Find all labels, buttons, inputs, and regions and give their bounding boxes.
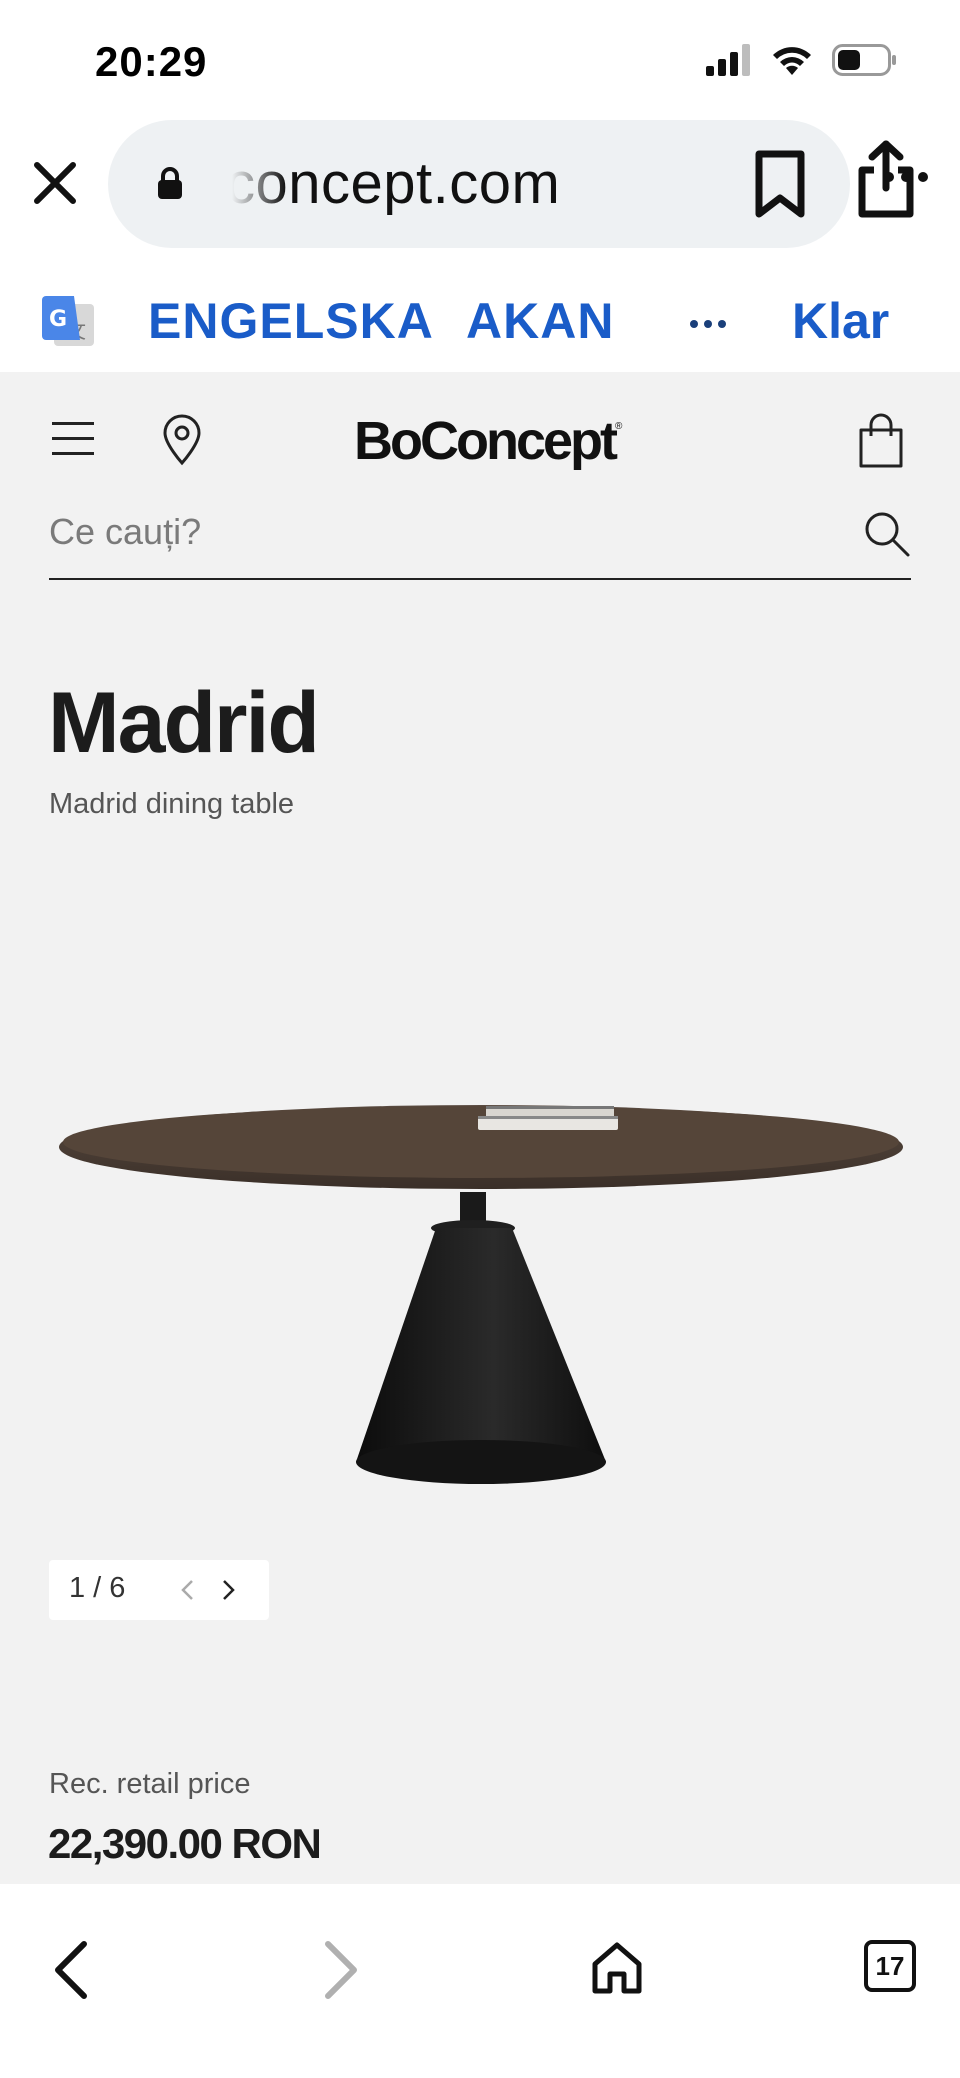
tab-lang-engelska[interactable]: ENGELSKA — [128, 292, 456, 385]
lock-icon — [158, 167, 182, 199]
price-label: Rec. retail price — [49, 1768, 251, 1800]
search-field — [49, 492, 911, 580]
close-button[interactable] — [30, 158, 80, 208]
search-input[interactable] — [49, 502, 829, 562]
forward-icon[interactable] — [322, 1940, 362, 2000]
cellular-signal-icon — [706, 44, 750, 76]
status-icons — [706, 44, 898, 76]
browser-bottom-bar: 17 — [0, 1884, 960, 2078]
translate-more-icon[interactable] — [690, 320, 726, 328]
shopping-bag-icon[interactable] — [856, 412, 906, 470]
menu-icon[interactable] — [52, 422, 94, 467]
more-icon[interactable] — [884, 172, 928, 182]
product-price: 22,390.00 RON — [48, 1820, 322, 1867]
back-icon[interactable] — [50, 1940, 90, 2000]
translate-bar: 文 G ENGELSKA AKAN Klar — [0, 250, 960, 385]
status-bar: 20:29 — [0, 0, 960, 120]
status-time: 20:29 — [95, 38, 208, 85]
pager-count: 1 / 6 — [69, 1572, 126, 1604]
svg-text:G: G — [49, 307, 67, 332]
pager-next-button[interactable] — [209, 1570, 249, 1610]
tab-lang-akan[interactable]: AKAN — [466, 292, 614, 350]
home-icon[interactable] — [590, 1940, 644, 1996]
web-content: BoConcept® Madrid Madrid dining table — [0, 372, 960, 1884]
browser-toolbar: concept.com — [0, 120, 960, 250]
logo-text: BoConcept — [354, 411, 618, 471]
google-translate-icon[interactable]: 文 G — [40, 294, 96, 350]
brand-logo[interactable]: BoConcept® — [354, 410, 622, 472]
pager-prev-button[interactable] — [167, 1570, 207, 1610]
product-image[interactable] — [50, 1022, 910, 1502]
image-pager: 1 / 6 — [49, 1560, 269, 1620]
address-bar[interactable]: concept.com — [108, 120, 914, 248]
chevron-left-icon — [181, 1580, 193, 1600]
battery-icon — [832, 44, 896, 76]
done-button[interactable]: Klar — [792, 292, 889, 350]
location-pin-icon[interactable] — [162, 414, 202, 466]
bookmark-icon[interactable] — [753, 150, 807, 220]
product-subtitle: Madrid dining table — [49, 788, 295, 820]
chevron-right-icon — [223, 1580, 235, 1600]
tabs-button[interactable]: 17 — [864, 1940, 916, 1992]
close-icon — [34, 162, 76, 204]
url-fade — [226, 146, 286, 222]
wifi-icon — [773, 47, 811, 75]
search-icon[interactable] — [863, 510, 911, 558]
product-title: Madrid — [48, 675, 320, 771]
logo-mark: ® — [614, 421, 623, 432]
